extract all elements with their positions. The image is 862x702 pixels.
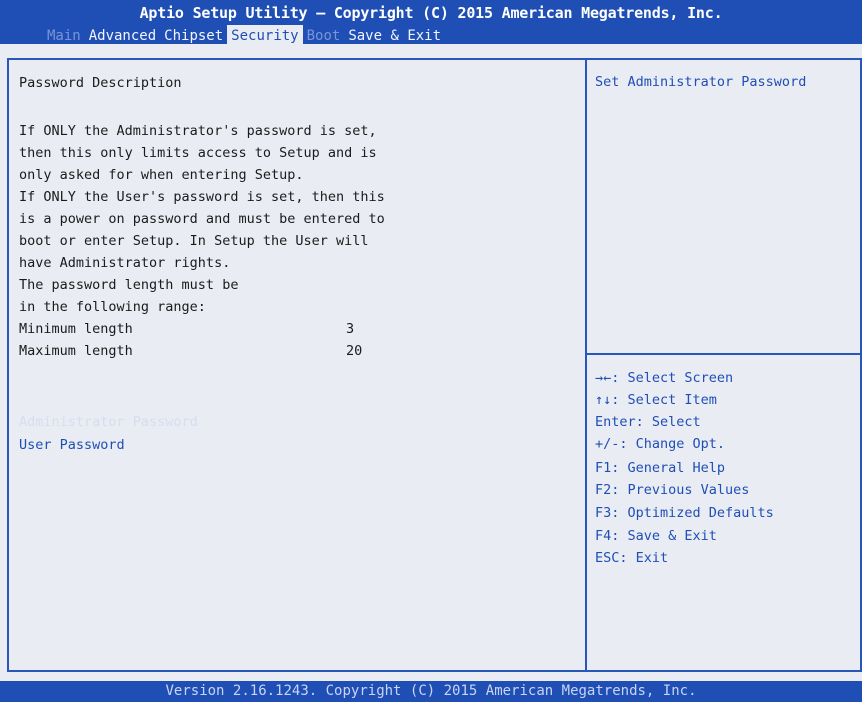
key-enter-select: Enter: Select <box>595 414 701 430</box>
description-line: If ONLY the Administrator's password is … <box>19 123 377 139</box>
description-line: then this only limits access to Setup an… <box>19 145 377 161</box>
vertical-divider <box>585 60 587 670</box>
main-frame: Password Description If ONLY the Adminis… <box>7 58 862 672</box>
help-title: Set Administrator Password <box>595 74 807 90</box>
tab-boot[interactable]: Boot <box>303 25 345 45</box>
maximum-length-label: Maximum length <box>19 343 133 359</box>
bios-screen: Aptio Setup Utility – Copyright (C) 2015… <box>0 0 862 702</box>
minimum-length-value: 3 <box>346 321 355 337</box>
tab-bar: Main Advanced Chipset Security Boot Save… <box>43 25 445 45</box>
user-password-item[interactable]: User Password <box>19 436 125 454</box>
description-line: The password length must be <box>19 277 239 293</box>
password-description-heading: Password Description <box>19 75 182 91</box>
minimum-length-label: Minimum length <box>19 321 133 337</box>
header-bar: Aptio Setup Utility – Copyright (C) 2015… <box>0 0 862 45</box>
key-change-opt: +/-: Change Opt. <box>595 436 726 452</box>
maximum-length-value: 20 <box>346 343 363 359</box>
tab-chipset[interactable]: Chipset <box>160 25 227 45</box>
tab-main[interactable]: Main <box>43 25 85 45</box>
help-divider <box>587 353 862 355</box>
description-line: boot or enter Setup. In Setup the User w… <box>19 233 369 249</box>
footer-version-text: Version 2.16.1243. Copyright (C) 2015 Am… <box>165 683 697 699</box>
key-save-exit: F4: Save & Exit <box>595 528 717 544</box>
tab-security[interactable]: Security <box>227 25 303 45</box>
description-line: only asked for when entering Setup. <box>19 167 304 183</box>
key-select-item: ↑↓: Select Item <box>595 392 717 408</box>
description-line: have Administrator rights. <box>19 255 231 271</box>
description-line: If ONLY the User's password is set, then… <box>19 189 385 205</box>
key-select-screen: →←: Select Screen <box>595 370 734 386</box>
app-title: Aptio Setup Utility – Copyright (C) 2015… <box>139 4 723 22</box>
key-optimized-defaults: F3: Optimized Defaults <box>595 505 774 521</box>
administrator-password-item[interactable]: Administrator Password <box>19 413 198 431</box>
key-previous-values: F2: Previous Values <box>595 482 750 498</box>
description-line: in the following range: <box>19 299 206 315</box>
description-line: is a power on password and must be enter… <box>19 211 385 227</box>
key-esc-exit: ESC: Exit <box>595 550 669 566</box>
key-general-help: F1: General Help <box>595 460 726 476</box>
tab-save-exit[interactable]: Save & Exit <box>344 25 445 45</box>
tab-advanced[interactable]: Advanced <box>85 25 160 45</box>
footer-bar: Version 2.16.1243. Copyright (C) 2015 Am… <box>0 681 862 702</box>
